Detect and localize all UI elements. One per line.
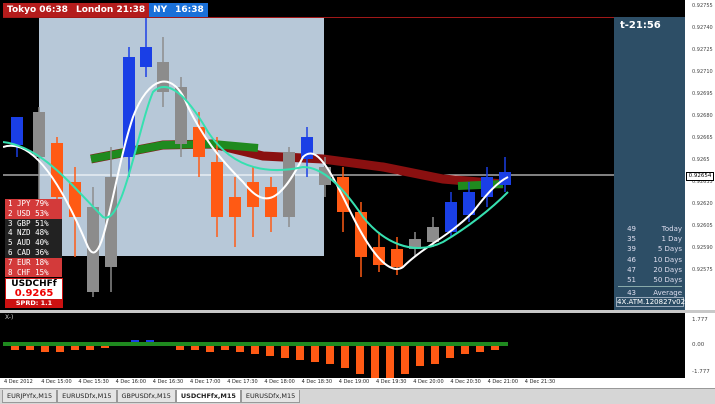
time-axis-label: 4 Dec 16:00 — [115, 379, 147, 385]
histogram-bar — [326, 344, 334, 364]
stats-divider — [618, 286, 682, 288]
tab-usdchf[interactable]: USDCHFfx,M15 — [175, 390, 241, 403]
time-axis-label: 4 Dec 19:00 — [338, 379, 370, 385]
stats-row: 51 50 Days — [627, 275, 682, 284]
candle-body — [211, 162, 223, 217]
pair-price: 0.9265 — [14, 288, 54, 299]
histogram-bar — [431, 344, 439, 364]
histogram-bar — [416, 344, 424, 366]
indicator-label: X-) — [5, 314, 14, 321]
stats-row: 46 10 Days — [627, 255, 682, 264]
chart-top-border — [3, 17, 614, 18]
histogram-indicator — [3, 340, 508, 378]
tab-gbpusd[interactable]: GBPUSDfx,M15 — [116, 390, 176, 403]
stats-row: 35 1 Day — [627, 235, 682, 244]
candle-body — [11, 117, 23, 145]
strength-row-chf: 8 CHF 15% — [5, 267, 62, 278]
strength-row-usd: 2 USD 53% — [5, 208, 62, 219]
time-axis-label: 4 Dec 17:30 — [227, 379, 258, 385]
price-axis-label: 0.92725 — [692, 47, 713, 53]
candle-body — [229, 197, 241, 217]
time-axis-label: 4 Dec 18:30 — [301, 379, 333, 385]
stats-row: 47 20 Days — [627, 265, 682, 274]
strength-row-nzd: 4 NZD 48% — [5, 228, 62, 239]
histogram-bar — [356, 344, 364, 374]
strength-row-aud: 5 AUD 40% — [5, 238, 62, 248]
strength-row-cad: 6 CAD 36% — [5, 247, 62, 258]
indicator-axis-label: 0.00 — [692, 342, 705, 348]
price-axis-label: 0.92590 — [692, 245, 713, 251]
indicator-id-label: 4X.ATM.120827v023 — [616, 297, 690, 307]
session-ny-time: 16:38 — [171, 3, 208, 17]
histogram-bar — [281, 344, 289, 358]
currency-strength-table: 1 JPY 79% 2 USD 53% 3 GBP 51% 4 NZD 48% … — [5, 199, 62, 278]
candlestick-chart[interactable] — [3, 17, 614, 310]
tab-eurusd-2[interactable]: EURUSDfx,M15 — [240, 390, 301, 403]
candle-body — [33, 112, 45, 157]
price-axis-label: 0.9265 — [692, 157, 710, 163]
strength-row-eur: 7 EUR 18% — [5, 257, 62, 268]
price-axis-label: 0.92695 — [692, 91, 713, 97]
histogram-bar — [296, 344, 304, 360]
price-axis-label: 0.92665 — [692, 135, 713, 141]
tab-eurusd[interactable]: EURUSDfx,M15 — [57, 390, 117, 403]
tab-eurjpy[interactable]: EURJPYfx,M15 — [2, 390, 58, 403]
time-axis-label: 4 Dec 16:30 — [152, 379, 184, 385]
candle-body — [283, 152, 295, 217]
current-price-label: 0.92654 — [686, 172, 714, 181]
indicator-axis-label: 1.777 — [692, 317, 708, 323]
time-axis-label: 4 Dec 18:00 — [264, 379, 295, 385]
session-tokyo: Tokyo 06:38 — [3, 3, 72, 17]
price-axis-label: 0.92575 — [692, 267, 713, 273]
histogram-bar — [341, 344, 349, 368]
time-axis-label: 4 Dec 21:00 — [487, 379, 519, 385]
pair-info-box: USDCHFf 0.9265 SPRD: 1.1 — [5, 278, 63, 308]
strength-row-gbp: 3 GBP 51% — [5, 218, 62, 229]
histogram-bar — [446, 344, 454, 358]
indicator-axis-label: -1.777 — [692, 369, 710, 375]
time-axis-label: 4 Dec 21:30 — [524, 379, 556, 385]
histogram-bar — [386, 344, 394, 378]
time-axis-label: 4 Dec 15:00 — [41, 379, 72, 385]
price-axis-label: 0.92605 — [692, 223, 713, 229]
time-axis-label: 4 Dec 19:30 — [376, 379, 407, 385]
price-axis-label: 0.92710 — [692, 69, 713, 75]
histogram-bar — [401, 344, 409, 374]
time-axis-label: 4 Dec 15:30 — [78, 379, 109, 385]
stats-row: 49 Today — [627, 225, 682, 233]
stats-row: 39 5 Days — [627, 245, 682, 254]
session-london: London 21:38 — [71, 3, 150, 17]
indicator-panel[interactable] — [3, 313, 685, 378]
session-clock-bar: Tokyo 06:38 London 21:38 NY 16:38 — [3, 3, 223, 17]
price-chart[interactable] — [3, 17, 614, 310]
strength-row-jpy: 1 JPY 79% — [5, 199, 62, 209]
histogram-bar — [311, 344, 319, 362]
session-ny: NY — [149, 3, 172, 17]
time-axis-label: 4 Dec 2012 — [4, 379, 33, 385]
time-axis-label: 4 Dec 17:00 — [190, 379, 221, 385]
chart-tabs: EURJPYfx,M15 EURUSDfx,M15 GBPUSDfx,M15 U… — [0, 388, 715, 404]
candle-timer: t-21:56 — [620, 20, 661, 31]
candle-body — [301, 137, 313, 159]
price-axis-label: 0.92620 — [692, 201, 713, 207]
price-axis-label: 0.92755 — [692, 3, 713, 9]
price-axis-label: 0.92740 — [692, 25, 713, 31]
pair-spread: SPRD: 1.1 — [6, 299, 62, 308]
candle-body — [265, 187, 277, 217]
histogram-bar — [371, 344, 379, 378]
candle-body — [140, 47, 152, 67]
price-axis-label: 0.92680 — [692, 113, 713, 119]
time-axis-label: 4 Dec 20:30 — [450, 379, 481, 385]
range-stats: 49 Today 35 1 Day 39 5 Days 46 10 Days 47 20 … — [618, 224, 682, 298]
candle-body — [391, 249, 403, 267]
time-axis-label: 4 Dec 20:00 — [413, 379, 444, 385]
candle-body — [193, 127, 205, 157]
